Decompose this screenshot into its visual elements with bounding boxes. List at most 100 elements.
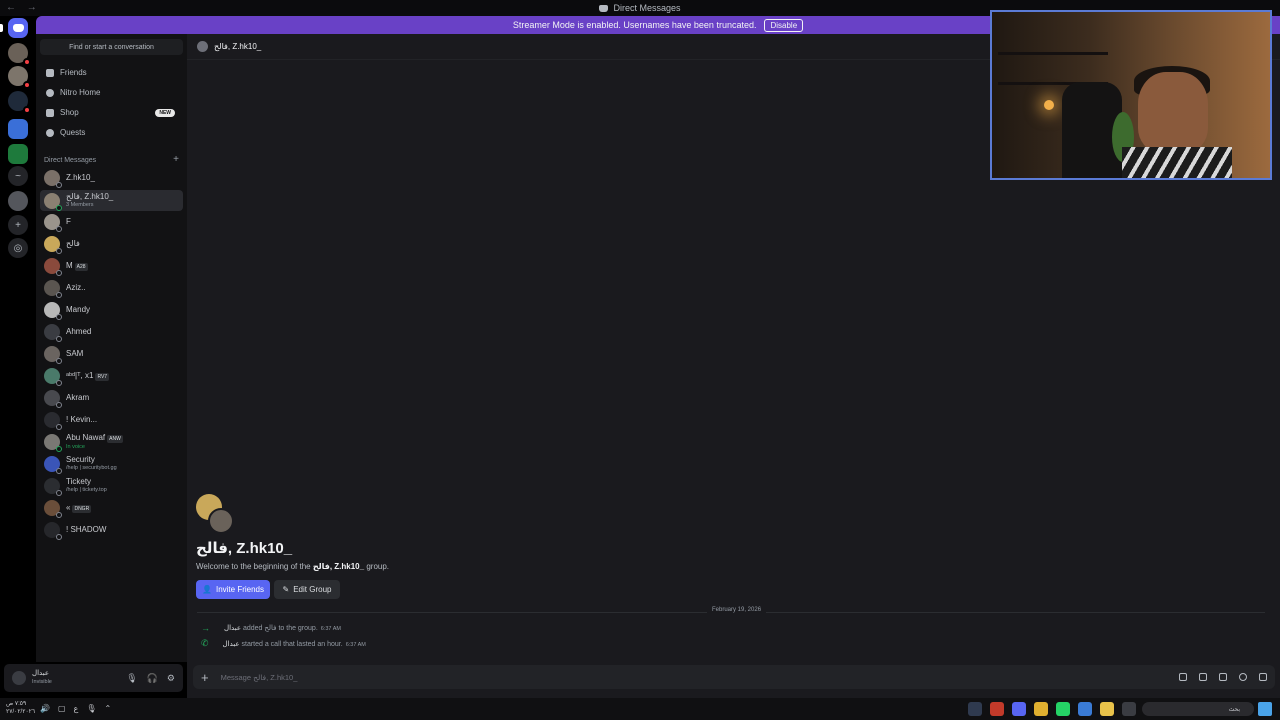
gear-icon[interactable]: ⚙	[167, 673, 175, 684]
chrome-icon[interactable]	[1034, 702, 1048, 716]
window-title: Direct Messages	[599, 3, 681, 13]
gif-icon[interactable]	[1199, 673, 1207, 681]
discord-icon	[599, 4, 609, 12]
taskbar-clock[interactable]: ٧:٥٩ ص ٢٧/٠٢/٢٠٢٦	[6, 700, 35, 716]
nav-label: Shop	[60, 108, 79, 117]
dm-name: Aziz..	[66, 283, 86, 292]
status-indicator	[56, 204, 62, 211]
disable-button[interactable]: Disable	[764, 18, 804, 32]
dm-item[interactable]: Akram	[40, 388, 183, 408]
shield-server-icon[interactable]	[8, 119, 28, 139]
notification-badge	[23, 81, 31, 89]
group-icon	[197, 41, 208, 52]
network-icon[interactable]: ▢	[58, 704, 66, 713]
dm-item[interactable]: ! SHADOW	[40, 520, 183, 540]
user-avatar[interactable]	[12, 671, 26, 685]
sticker-icon[interactable]	[1219, 673, 1227, 681]
dm-item[interactable]: Ahmed	[40, 322, 183, 342]
dm-item[interactable]: «DNGR	[40, 498, 183, 518]
dm-item[interactable]: Aziz..	[40, 278, 183, 298]
k-server-icon[interactable]	[8, 144, 28, 164]
clan-tag: A28	[74, 262, 88, 271]
microphone-icon[interactable]: 🎙	[126, 673, 137, 684]
attach-plus-icon[interactable]: +	[201, 670, 209, 685]
server-icon[interactable]	[8, 66, 31, 89]
edit-group-button[interactable]: ✎ Edit Group	[274, 580, 340, 599]
nav-nitro-home[interactable]: Nitro Home	[40, 84, 183, 101]
timestamp: 6:37 AM	[345, 641, 366, 648]
actor-name[interactable]: عبدال	[224, 625, 241, 632]
emoji-icon[interactable]	[1239, 673, 1247, 681]
server-icon[interactable]	[8, 91, 31, 114]
whatsapp-icon[interactable]	[1056, 702, 1070, 716]
dm-item[interactable]: Tickety /help | tickety.top	[40, 476, 183, 496]
server-icon[interactable]	[8, 43, 31, 66]
status-indicator	[56, 468, 62, 474]
discord-taskbar-icon[interactable]	[1012, 702, 1026, 716]
headphones-icon[interactable]: 🎧	[147, 673, 158, 684]
dm-item[interactable]: ! Kevin...	[40, 410, 183, 430]
taskbar-search[interactable]: بحث	[1142, 702, 1254, 716]
banner-text: Streamer Mode is enabled. Usernames have…	[512, 20, 757, 30]
steam-icon[interactable]	[968, 702, 982, 716]
dm-item[interactable]: F	[40, 212, 183, 232]
avatar	[44, 236, 62, 254]
nav-quests[interactable]: Quests	[40, 124, 183, 141]
dm-header-label: Direct Messages	[44, 157, 97, 164]
dm-activity: /help | securitybot.gg	[66, 465, 117, 471]
discord-logo-icon	[12, 24, 24, 32]
user-panel: عبدال Invisible 🎙 🎧 ⚙	[4, 664, 183, 692]
server-icon[interactable]	[8, 191, 28, 211]
discover-icon[interactable]: ◎	[8, 238, 28, 258]
bot-avatar	[44, 478, 62, 496]
language-icon[interactable]: ع	[74, 704, 79, 713]
dm-item[interactable]: M A28	[40, 256, 183, 276]
webcam-overlay	[990, 10, 1272, 180]
server-icon[interactable]: ~	[8, 166, 28, 186]
message-composer[interactable]: + Message فالح, Z.hk10_	[193, 665, 1275, 689]
dm-item[interactable]: Security /help | securitybot.gg	[40, 454, 183, 474]
clan-tag: RV7	[95, 372, 110, 381]
dm-name: Z.hk10_	[66, 173, 95, 182]
nav-friends[interactable]: Friends	[40, 64, 183, 81]
gift-icon[interactable]	[1179, 673, 1187, 681]
invite-friends-button[interactable]: 👤 Invite Friends	[196, 580, 270, 599]
dm-header: Direct Messages +	[44, 155, 179, 165]
nav-label: Nitro Home	[60, 88, 101, 97]
file-explorer-icon[interactable]	[1100, 702, 1114, 716]
dm-item[interactable]: SAM	[40, 344, 183, 364]
mic-icon[interactable]: 🎙	[86, 704, 96, 713]
dm-activity: In voice	[66, 443, 85, 450]
pencil-icon: ✎	[282, 585, 290, 594]
avatar	[208, 508, 234, 534]
find-conversation-button[interactable]: Find or start a conversation	[40, 39, 183, 55]
dm-item[interactable]: Mandy	[40, 300, 183, 320]
status-indicator	[56, 336, 62, 342]
dm-item[interactable]: Z.hk10_	[40, 168, 183, 188]
add-server-icon[interactable]: +	[8, 215, 28, 235]
notification-badge	[23, 106, 31, 114]
chevron-up-icon[interactable]: ⌃	[104, 704, 111, 713]
nav-shop[interactable]: Shop NEW	[40, 104, 183, 121]
apps-icon[interactable]	[1259, 673, 1267, 681]
history-nav[interactable]: ← →	[6, 2, 41, 13]
date-label: February 19, 2026	[707, 607, 767, 613]
windows-start-icon[interactable]	[1258, 702, 1272, 716]
status-indicator	[56, 248, 62, 254]
create-dm-icon[interactable]: +	[173, 155, 179, 165]
edge-icon[interactable]	[1078, 702, 1092, 716]
message-input[interactable]: Message فالح, Z.hk10_	[221, 673, 298, 682]
dm-name: Tickety	[66, 477, 92, 486]
dm-item[interactable]: Abu Nawaf ANW In voice	[40, 432, 183, 452]
dm-item-active[interactable]: فالح, Z.hk10_ 3 Members	[40, 190, 183, 211]
home-button[interactable]	[8, 18, 28, 38]
nav-label: Quests	[60, 128, 86, 137]
app-icon[interactable]	[990, 702, 1004, 716]
dm-item[interactable]: فالح	[40, 234, 183, 254]
dm-name: Ahmed	[66, 327, 92, 336]
actor-name[interactable]: عبدال	[223, 641, 240, 648]
store-icon[interactable]	[1122, 702, 1136, 716]
volume-icon[interactable]: 🔊	[40, 704, 50, 713]
dm-item[interactable]: ᵃᵇᵈ|ᵀ, x1 RV7	[40, 366, 183, 386]
dm-members: 3 Members	[66, 201, 94, 208]
